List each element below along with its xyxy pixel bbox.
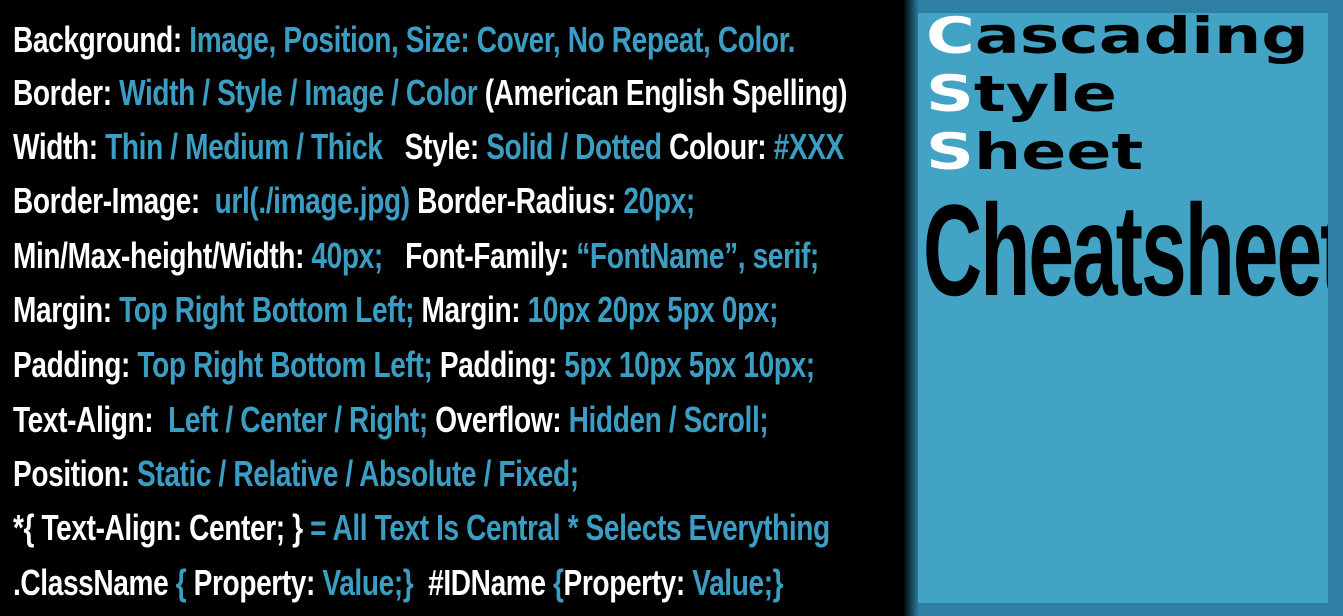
- property-text: Width:: [13, 126, 106, 167]
- value-text: 5px 10px 5px 10px;: [564, 344, 815, 385]
- value-text: Value;}: [692, 562, 784, 603]
- value-text: Value;}: [322, 562, 414, 603]
- title-initial: S: [926, 123, 974, 181]
- title-rest: ascading: [974, 13, 1309, 65]
- title-word-sheet: Sheet: [926, 123, 1143, 181]
- property-text: Margin:: [421, 289, 528, 330]
- property-text: *{ Text-Align: Center; }: [13, 507, 311, 548]
- property-text: Border-Image:: [13, 180, 215, 221]
- property-text: Border-Radius:: [417, 180, 624, 221]
- value-text: #XXX: [773, 126, 845, 167]
- property-text: Min/Max-height/Width:: [13, 235, 312, 276]
- value-text: Top Right Bottom Left;: [137, 344, 440, 385]
- property-text: #IDName: [413, 562, 554, 603]
- property-text: Margin:: [13, 289, 120, 330]
- property-text: Background:: [13, 19, 190, 60]
- cheatsheet-line: Position: Static / Relative / Absolute /…: [13, 447, 579, 501]
- cheatsheet-line: Padding: Top Right Bottom Left; Padding:…: [13, 338, 815, 392]
- title-panel: Cascading Style Sheet Cheatsheet: [903, 0, 1343, 616]
- value-text: Width / Style / Image / Color: [119, 72, 485, 113]
- value-text: 20px;: [623, 180, 695, 221]
- property-text: Colour:: [669, 126, 774, 167]
- title-word-style: Style: [926, 65, 1117, 123]
- value-text: Static / Relative / Absolute / Fixed;: [137, 453, 579, 494]
- title-rest: heet: [973, 123, 1144, 181]
- property-text: Overflow:: [435, 399, 569, 440]
- value-text: Top Right Bottom Left;: [119, 289, 422, 330]
- value-text: url(./image.jpg): [214, 180, 418, 221]
- property-text: Font-Family:: [382, 235, 577, 276]
- value-text: {: [175, 562, 194, 603]
- property-text: Style:: [382, 126, 487, 167]
- title-initial: S: [926, 65, 974, 123]
- property-text: Property:: [563, 562, 693, 603]
- value-text: = All Text Is Central * Selects Everythi…: [310, 507, 830, 548]
- title-box: Cascading Style Sheet Cheatsheet: [918, 13, 1328, 603]
- property-text: Border:: [13, 72, 120, 113]
- title-initial: C: [926, 13, 975, 65]
- property-text: Position:: [13, 453, 138, 494]
- value-text: Left / Center / Right;: [168, 399, 436, 440]
- value-text: Solid / Dotted: [486, 126, 670, 167]
- value-text: 10px 20px 5px 0px;: [527, 289, 779, 330]
- title-word-cascading: Cascading: [926, 13, 1309, 65]
- value-text: Image, Position, Size: Cover, No Repeat,…: [189, 19, 796, 60]
- cheatsheet-line: .ClassName { Property: Value;} #IDName {…: [13, 556, 784, 610]
- cheatsheet-line: *{ Text-Align: Center; } = All Text Is C…: [13, 501, 830, 555]
- title-word-cheatsheet: Cheatsheet: [923, 177, 1328, 323]
- cheatsheet-line: Border-Image: url(./image.jpg) Border-Ra…: [13, 174, 695, 228]
- cheatsheet-line: Margin: Top Right Bottom Left; Margin: 1…: [13, 283, 778, 337]
- cheatsheet-line: Text-Align: Left / Center / Right; Overf…: [13, 393, 769, 447]
- property-text: Property:: [193, 562, 323, 603]
- value-text: Thin / Medium / Thick: [105, 126, 383, 167]
- property-text: (American English Spelling): [484, 72, 848, 113]
- title-rest: tyle: [973, 65, 1117, 123]
- value-text: Hidden / Scroll;: [568, 399, 769, 440]
- cheatsheet-line: Width: Thin / Medium / Thick Style: Soli…: [13, 120, 844, 174]
- property-text: Padding:: [13, 344, 138, 385]
- cheatsheet-line: Border: Width / Style / Image / Color (A…: [13, 66, 847, 120]
- property-text: Text-Align:: [13, 399, 169, 440]
- value-text: {: [553, 562, 564, 603]
- cheatsheet-line: Background: Image, Position, Size: Cover…: [13, 13, 795, 67]
- value-text: “FontName”, serif;: [576, 235, 819, 276]
- cheatsheet-line: Min/Max-height/Width: 40px; Font-Family:…: [13, 229, 819, 283]
- property-text: Padding:: [439, 344, 565, 385]
- value-text: 40px;: [311, 235, 383, 276]
- property-text: .ClassName: [13, 562, 176, 603]
